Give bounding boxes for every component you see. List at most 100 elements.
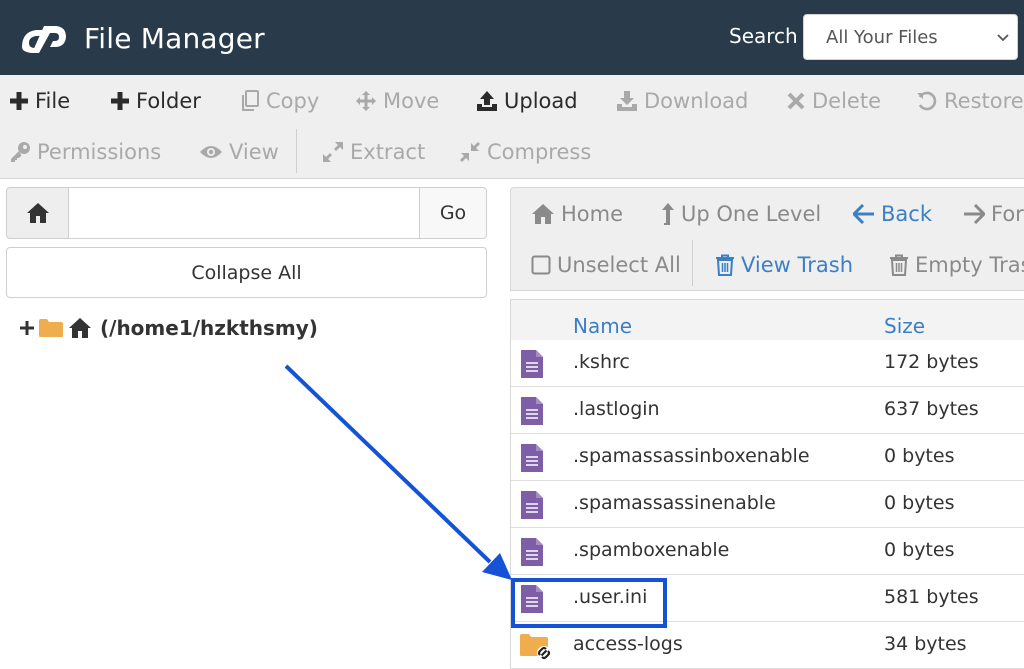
- home-icon: [26, 203, 49, 223]
- plus-icon: [10, 92, 28, 110]
- upload-label: Upload: [504, 89, 578, 113]
- level-up-icon: [662, 203, 674, 225]
- view-button[interactable]: View: [199, 140, 279, 164]
- file-navigation-bar: Home Up One Level Back Forward Unselect …: [510, 187, 1024, 291]
- move-label: Move: [383, 89, 440, 113]
- empty-trash-label: Empty Trash: [915, 253, 1024, 277]
- toolbar: File Folder Copy Move Upload Download De…: [0, 75, 1024, 179]
- forward-button[interactable]: Forward: [963, 202, 1024, 226]
- download-button[interactable]: Download: [616, 89, 748, 113]
- copy-icon: [242, 90, 259, 111]
- restore-icon: [917, 91, 937, 111]
- table-row[interactable]: access-logs 34 bytes: [511, 622, 1024, 669]
- trash-icon: [890, 254, 908, 276]
- table-row[interactable]: .lastlogin 637 bytes: [511, 387, 1024, 434]
- column-header-name[interactable]: Name: [573, 314, 632, 338]
- file-text-icon: [521, 444, 543, 472]
- back-button[interactable]: Back: [853, 202, 932, 226]
- toolbar-divider: [296, 129, 297, 173]
- copy-button[interactable]: Copy: [240, 89, 319, 113]
- file-text-icon: [521, 397, 543, 425]
- permissions-button[interactable]: Permissions: [9, 140, 161, 164]
- tree-root-item[interactable]: (/home1/hzkthsmy): [20, 316, 318, 340]
- new-file-button[interactable]: File: [9, 89, 70, 113]
- unselect-all-button[interactable]: Unselect All: [531, 253, 681, 277]
- arrow-left-icon: [853, 204, 874, 224]
- file-size: 637 bytes: [884, 398, 979, 420]
- file-text-icon: [521, 350, 543, 378]
- folder-icon: [39, 319, 63, 337]
- table-row[interactable]: .spamboxenable 0 bytes: [511, 528, 1024, 575]
- table-row[interactable]: .spamassassinenable 0 bytes: [511, 481, 1024, 528]
- move-icon: [356, 91, 376, 111]
- file-size: 34 bytes: [884, 633, 967, 655]
- search-scope-value: All Your Files: [826, 27, 938, 48]
- move-button[interactable]: Move: [355, 89, 439, 113]
- app-header: File Manager Search All Your Files: [0, 0, 1024, 75]
- plus-icon: [111, 92, 129, 110]
- new-file-label: File: [35, 89, 71, 113]
- tree-home-button[interactable]: [6, 187, 68, 239]
- collapse-all-button[interactable]: Collapse All: [6, 247, 487, 298]
- compress-icon: [460, 142, 480, 162]
- file-name: .spamboxenable: [573, 539, 730, 561]
- search-scope-select[interactable]: All Your Files: [803, 14, 1018, 60]
- compress-button[interactable]: Compress: [459, 140, 591, 164]
- file-name: access-logs: [573, 633, 683, 655]
- restore-button[interactable]: Restore: [916, 89, 1024, 113]
- back-label: Back: [881, 202, 932, 226]
- up-one-level-label: Up One Level: [681, 202, 822, 226]
- column-header-size[interactable]: Size: [884, 314, 925, 338]
- view-label: View: [229, 140, 279, 164]
- unselect-all-label: Unselect All: [557, 253, 681, 277]
- empty-trash-button[interactable]: Empty Trash: [889, 253, 1024, 277]
- file-size: 581 bytes: [884, 586, 979, 608]
- extract-label: Extract: [350, 140, 426, 164]
- delete-icon: [787, 92, 805, 110]
- cpanel-logo-icon[interactable]: [20, 22, 68, 56]
- up-one-level-button[interactable]: Up One Level: [661, 202, 821, 226]
- forward-label: Forward: [991, 202, 1024, 226]
- upload-icon: [477, 91, 497, 111]
- table-row[interactable]: .kshrc 172 bytes: [511, 340, 1024, 387]
- file-name: .lastlogin: [573, 398, 660, 420]
- file-size: 172 bytes: [884, 351, 979, 373]
- new-folder-button[interactable]: Folder: [110, 89, 201, 113]
- path-input[interactable]: [68, 187, 420, 239]
- file-name: .spamassassinboxenable: [573, 445, 810, 467]
- table-row[interactable]: .spamassassinboxenable 0 bytes: [511, 434, 1024, 481]
- tree-root-label: (/home1/hzkthsmy): [100, 316, 318, 340]
- file-size: 0 bytes: [884, 539, 955, 561]
- eye-icon: [200, 146, 222, 158]
- compress-label: Compress: [487, 140, 592, 164]
- home-icon: [532, 204, 554, 224]
- folder-link-icon: [520, 634, 551, 660]
- checkbox-empty-icon: [531, 255, 551, 275]
- file-text-icon: [521, 491, 543, 519]
- go-button[interactable]: Go: [419, 187, 487, 239]
- key-icon: [11, 142, 30, 162]
- view-trash-button[interactable]: View Trash: [715, 253, 853, 277]
- extract-button[interactable]: Extract: [322, 140, 425, 164]
- chevron-down-icon: [997, 34, 1009, 42]
- search-label: Search: [729, 24, 798, 48]
- delete-button[interactable]: Delete: [786, 89, 881, 113]
- arrow-right-icon: [964, 204, 985, 224]
- expand-plus-icon[interactable]: [20, 321, 34, 335]
- restore-label: Restore: [944, 89, 1024, 113]
- upload-button[interactable]: Upload: [476, 89, 578, 113]
- delete-label: Delete: [812, 89, 881, 113]
- file-name: .kshrc: [573, 351, 630, 373]
- nav-divider: [692, 240, 693, 286]
- nav-home-label: Home: [561, 202, 624, 226]
- file-name: .spamassassinenable: [573, 492, 776, 514]
- copy-label: Copy: [266, 89, 320, 113]
- permissions-label: Permissions: [37, 140, 162, 164]
- download-icon: [617, 91, 637, 111]
- expand-icon: [323, 142, 343, 162]
- file-size: 0 bytes: [884, 492, 955, 514]
- nav-home-button[interactable]: Home: [531, 202, 623, 226]
- highlight-box: [511, 578, 667, 628]
- file-size: 0 bytes: [884, 445, 955, 467]
- download-label: Download: [644, 89, 749, 113]
